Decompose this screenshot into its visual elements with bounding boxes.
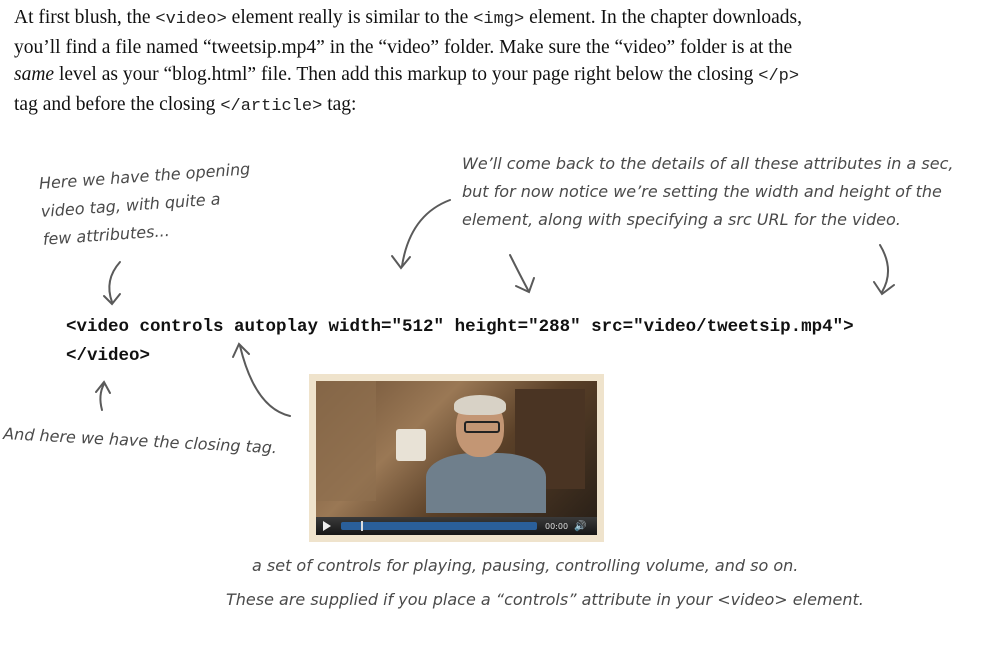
annotation-arrows <box>95 199 895 417</box>
arrow-attributes-right <box>879 244 889 293</box>
arrowhead <box>391 255 411 270</box>
arrow-closing-tag <box>99 383 105 411</box>
arrow-attributes-middle <box>509 254 529 291</box>
arrow-attributes-left <box>401 199 451 267</box>
arrow-video-controls <box>239 345 291 417</box>
